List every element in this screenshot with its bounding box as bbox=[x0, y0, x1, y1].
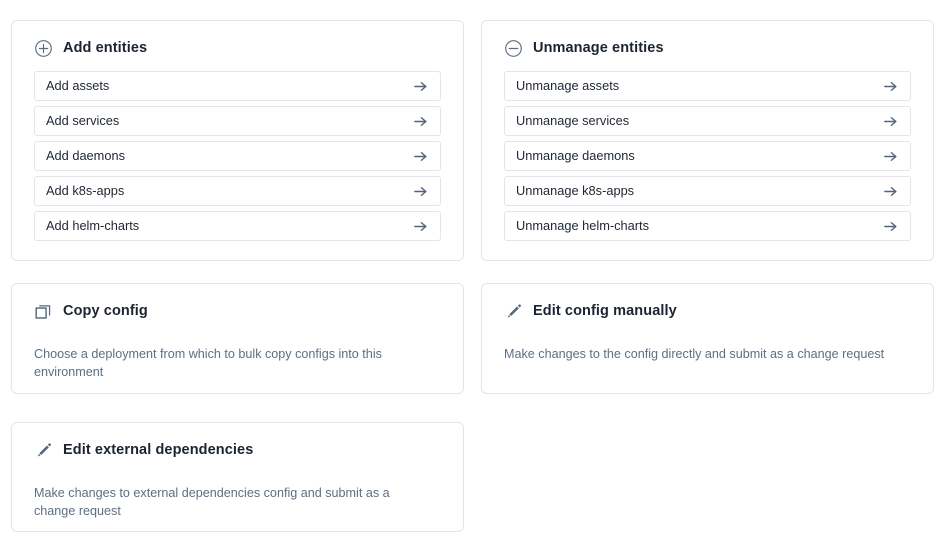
arrow-right-icon[interactable] bbox=[882, 148, 899, 165]
unmanage-daemons-row[interactable]: Unmanage daemons bbox=[504, 141, 911, 171]
card-title: Edit external dependencies bbox=[63, 442, 254, 459]
card-title: Edit config manually bbox=[533, 303, 677, 320]
row-label: Unmanage services bbox=[516, 112, 630, 128]
edit-external-dependencies-description: Make changes to external dependencies co… bbox=[34, 485, 390, 519]
plus-circle-icon bbox=[34, 39, 53, 58]
copy-config-description: Choose a deployment from which to bulk c… bbox=[34, 346, 382, 380]
edit-config-manually-header: Edit config manually bbox=[482, 284, 933, 321]
unmanage-services-row[interactable]: Unmanage services bbox=[504, 106, 911, 136]
pencil-icon bbox=[34, 441, 53, 460]
card-title: Add entities bbox=[63, 40, 148, 57]
row-label: Add helm-charts bbox=[46, 217, 140, 233]
arrow-right-icon[interactable] bbox=[412, 113, 429, 130]
row-label: Add services bbox=[46, 112, 120, 128]
edit-config-manually-card[interactable]: Edit config manually Make changes to the… bbox=[481, 283, 934, 394]
row-label: Unmanage assets bbox=[516, 77, 620, 93]
unmanage-entities-card: Unmanage entities Unmanage assets Unmana… bbox=[481, 20, 934, 261]
add-entities-header: Add entities bbox=[12, 21, 463, 58]
row-label: Add k8s-apps bbox=[46, 182, 125, 198]
card-title: Copy config bbox=[63, 303, 148, 320]
copy-icon bbox=[34, 302, 53, 321]
copy-config-header: Copy config bbox=[12, 284, 463, 321]
pencil-icon bbox=[504, 302, 523, 321]
arrow-right-icon[interactable] bbox=[412, 78, 429, 95]
actions-panel: Add entities Add assets Add services Add… bbox=[0, 0, 945, 545]
add-services-row[interactable]: Add services bbox=[34, 106, 441, 136]
add-entities-list: Add assets Add services Add daemons Add … bbox=[12, 58, 463, 241]
edit-external-dependencies-header: Edit external dependencies bbox=[12, 423, 463, 460]
arrow-right-icon[interactable] bbox=[882, 183, 899, 200]
arrow-right-icon[interactable] bbox=[412, 183, 429, 200]
edit-config-manually-description: Make changes to the config directly and … bbox=[504, 346, 885, 361]
arrow-right-icon[interactable] bbox=[412, 218, 429, 235]
add-k8s-apps-row[interactable]: Add k8s-apps bbox=[34, 176, 441, 206]
unmanage-k8s-apps-row[interactable]: Unmanage k8s-apps bbox=[504, 176, 911, 206]
copy-config-card[interactable]: Copy config Choose a deployment from whi… bbox=[11, 283, 464, 394]
add-daemons-row[interactable]: Add daemons bbox=[34, 141, 441, 171]
unmanage-entities-list: Unmanage assets Unmanage services Unmana… bbox=[482, 58, 933, 241]
add-assets-row[interactable]: Add assets bbox=[34, 71, 441, 101]
row-label: Unmanage k8s-apps bbox=[516, 182, 635, 198]
arrow-right-icon[interactable] bbox=[882, 218, 899, 235]
arrow-right-icon[interactable] bbox=[882, 113, 899, 130]
card-title: Unmanage entities bbox=[533, 40, 664, 57]
arrow-right-icon[interactable] bbox=[412, 148, 429, 165]
add-entities-card: Add entities Add assets Add services Add… bbox=[11, 20, 464, 261]
row-label: Add daemons bbox=[46, 147, 125, 163]
add-helm-charts-row[interactable]: Add helm-charts bbox=[34, 211, 441, 241]
unmanage-entities-header: Unmanage entities bbox=[482, 21, 933, 58]
row-label: Unmanage daemons bbox=[516, 147, 635, 163]
row-label: Add assets bbox=[46, 77, 110, 93]
minus-circle-icon bbox=[504, 39, 523, 58]
edit-external-dependencies-card[interactable]: Edit external dependencies Make changes … bbox=[11, 422, 464, 532]
unmanage-assets-row[interactable]: Unmanage assets bbox=[504, 71, 911, 101]
unmanage-helm-charts-row[interactable]: Unmanage helm-charts bbox=[504, 211, 911, 241]
row-label: Unmanage helm-charts bbox=[516, 217, 650, 233]
arrow-right-icon[interactable] bbox=[882, 78, 899, 95]
